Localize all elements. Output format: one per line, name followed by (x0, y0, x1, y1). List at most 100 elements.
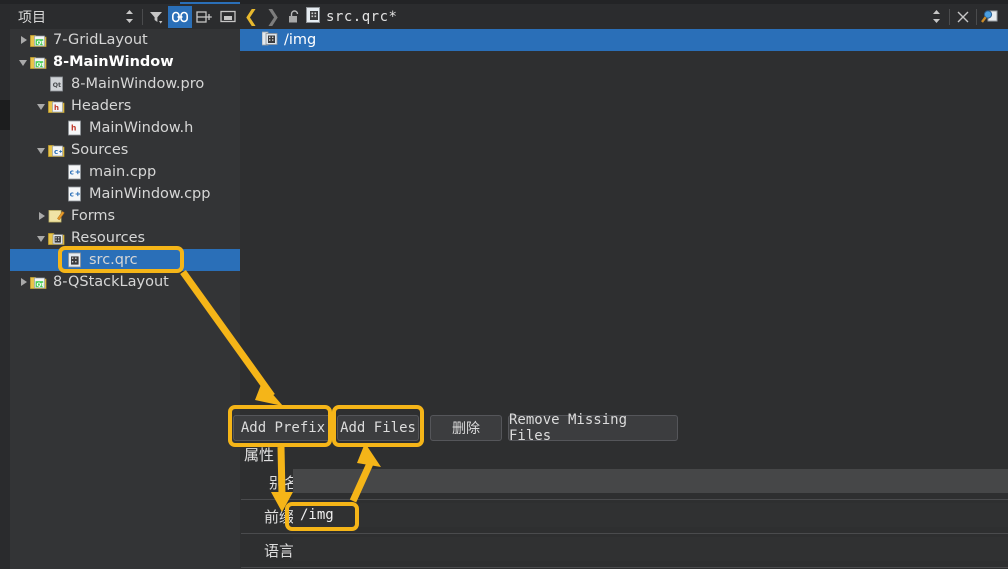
filter-icon[interactable] (144, 6, 168, 28)
tree-item-forms[interactable]: Forms (10, 205, 240, 227)
svg-text:h: h (54, 104, 59, 112)
qrc-prefix-row[interactable]: /img (240, 29, 1008, 51)
chevron-right-icon[interactable] (36, 210, 48, 222)
chevron-right-icon[interactable] (18, 34, 30, 46)
remove-missing-files-button[interactable]: Remove Missing Files (508, 412, 678, 444)
pro-file-icon: Qt (48, 76, 66, 92)
properties-title: 属性 (244, 446, 275, 464)
tree-item-resources[interactable]: Resources (10, 227, 240, 249)
prefix-field[interactable]: /img (293, 503, 1008, 527)
tree-item-label: 8-MainWindow.pro (71, 76, 205, 92)
editor-toolbar-separator (949, 8, 950, 25)
split-add-icon[interactable] (192, 6, 216, 28)
tree-item-mainwindow-h[interactable]: h MainWindow.h (10, 117, 240, 139)
project-panel-toolbar: 项目 (10, 4, 240, 29)
tree-item-label: 8-MainWindow (53, 54, 174, 70)
tree-item-main-cpp[interactable]: c main.cpp (10, 161, 240, 183)
split-updown-icon[interactable] (924, 6, 948, 28)
forms-icon (48, 208, 66, 224)
qrc-prefix-label: /img (284, 32, 317, 48)
qt-creator-window: 项目 Qt 7-GridLayout Qt 8-MainWindow Qt 8-… (0, 0, 1008, 569)
toolbar-separator (142, 8, 143, 25)
tree-item-8-mainwindow-pro[interactable]: Qt 8-MainWindow.pro (10, 73, 240, 95)
tree-item-label: 7-GridLayout (53, 32, 148, 48)
cpp-file-icon: c (66, 186, 84, 202)
project-panel-title: 项目 (18, 9, 46, 26)
tree-item-label: MainWindow.h (89, 120, 194, 136)
properties-row-label: 语言: (263, 542, 299, 560)
qt-folder-icon: Qt (30, 32, 48, 48)
chevron-down-icon[interactable] (36, 144, 48, 156)
tree-item-sources[interactable]: c Sources (10, 139, 240, 161)
link-sync-icon[interactable] (168, 5, 192, 28)
svg-text:Qt: Qt (37, 40, 45, 46)
properties-row-label: 前缀: (263, 508, 299, 526)
tree-item-label: 8-QStackLayout (53, 274, 169, 290)
properties-row-label: 别名 (268, 474, 299, 492)
properties-table: 别名前缀:/img 语言: (241, 466, 1008, 569)
tree-item-label: Forms (71, 208, 116, 224)
svg-text:c: c (54, 148, 58, 156)
editor-toolbar: ❮ ❯ src.qrc* (240, 4, 1008, 29)
prefix-field-value: /img (300, 507, 334, 523)
forward-icon[interactable]: ❯ (262, 5, 284, 29)
cpp-file-icon: c (66, 164, 84, 180)
collapse-panel-icon[interactable] (216, 6, 240, 28)
svg-text:c: c (70, 168, 74, 177)
h-file-icon: h (66, 120, 84, 136)
left-gutter-marker (0, 100, 10, 130)
chevron-down-icon[interactable] (36, 232, 48, 244)
svg-text:c: c (70, 190, 74, 199)
tree-item-label: Resources (71, 230, 146, 246)
add-files-button[interactable]: Add Files (337, 415, 419, 441)
chevron-down-icon[interactable] (18, 56, 30, 68)
left-gutter (0, 4, 10, 569)
add-prefix-button[interactable]: Add Prefix (233, 415, 333, 441)
tree-item-mainwindow-cpp[interactable]: c MainWindow.cpp (10, 183, 240, 205)
qt-folder-icon: Qt (30, 274, 48, 290)
cpp-folder-icon: c (48, 142, 66, 158)
chevron-right-icon[interactable] (18, 276, 30, 288)
prefix-folder-icon (261, 31, 278, 50)
project-tree-rows: Qt 7-GridLayout Qt 8-MainWindow Qt 8-MainWind… (10, 29, 240, 293)
tree-item-label: main.cpp (89, 164, 157, 180)
tree-item-7-gridlayout[interactable]: Qt 7-GridLayout (10, 29, 240, 51)
tree-item-label: src.qrc (89, 252, 138, 268)
qt-folder-icon: Qt (30, 54, 48, 70)
alias-field[interactable] (293, 469, 1008, 493)
tree-item-label: Sources (71, 142, 129, 158)
tree-item-8-qstacklayout[interactable]: Qt 8-QStackLayout (10, 271, 240, 293)
tree-item-label: MainWindow.cpp (89, 186, 211, 202)
unlock-icon[interactable] (284, 5, 304, 29)
chevron-down-icon[interactable] (36, 100, 48, 112)
tree-item-label: Headers (71, 98, 132, 114)
close-icon[interactable] (951, 6, 975, 28)
language-field[interactable] (293, 537, 1008, 561)
qrc-file-icon (66, 252, 84, 268)
h-folder-icon: h (48, 98, 66, 114)
sort-updown-icon[interactable] (117, 6, 141, 28)
magnifier-icon[interactable] (978, 6, 1002, 28)
svg-text:Qt: Qt (53, 81, 62, 89)
properties-row-divider (241, 533, 1008, 534)
svg-text:Qt: Qt (37, 62, 45, 68)
delete-button[interactable]: 删除 (430, 415, 502, 441)
editor-file-chip: src.qrc* (306, 6, 398, 27)
res-folder-icon (48, 230, 66, 246)
svg-text:h: h (71, 124, 76, 133)
editor-filename: src.qrc* (326, 8, 398, 25)
properties-row-divider (241, 567, 1008, 568)
tree-item-headers[interactable]: h Headers (10, 95, 240, 117)
svg-text:Qt: Qt (37, 282, 45, 288)
tree-item-8-mainwindow[interactable]: Qt 8-MainWindow (10, 51, 240, 73)
qrc-file-icon (306, 6, 320, 27)
back-icon[interactable]: ❮ (240, 5, 262, 29)
tree-item-src-qrc[interactable]: src.qrc (10, 249, 240, 271)
editor-toolbar-separator-2 (976, 8, 977, 25)
properties-row-divider (241, 499, 1008, 500)
